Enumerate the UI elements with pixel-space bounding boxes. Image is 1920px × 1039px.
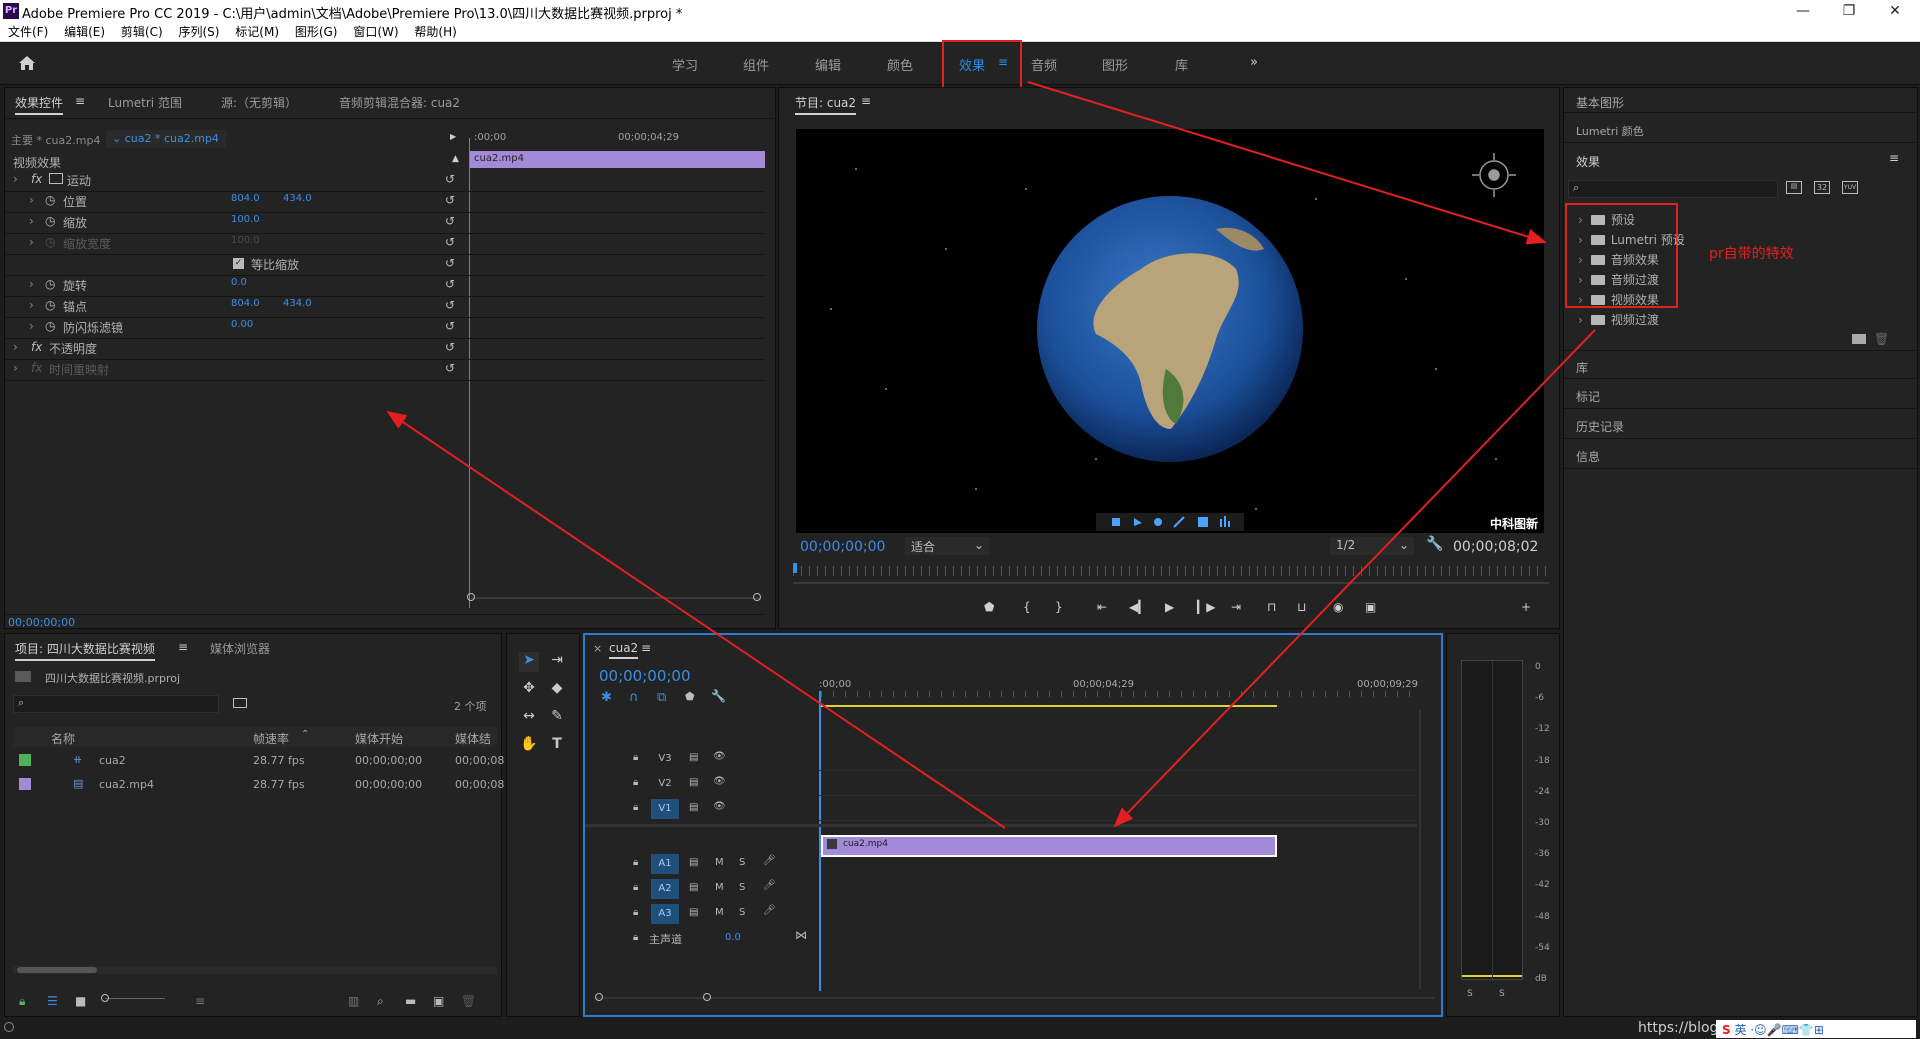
status-bar: https://blog.csdn.net/weixin_43875245 S …: [0, 1019, 1920, 1039]
ime-language[interactable]: 英: [1734, 1023, 1746, 1037]
status-icon: [4, 1022, 14, 1032]
ime-icons[interactable]: ·☺🎤⌨👕⊞: [1750, 1023, 1824, 1037]
annotation-arrows: [386, 81, 1596, 829]
arrow-effects-tab-to-tree: [1027, 81, 1547, 245]
arrow-tree-to-clip: [1113, 329, 1596, 828]
sogou-logo-icon: S: [1722, 1023, 1731, 1037]
ime-toolbar[interactable]: S 英 ·☺🎤⌨👕⊞: [1716, 1020, 1916, 1038]
arrow-clip-to-effect-controls: [386, 410, 1006, 829]
